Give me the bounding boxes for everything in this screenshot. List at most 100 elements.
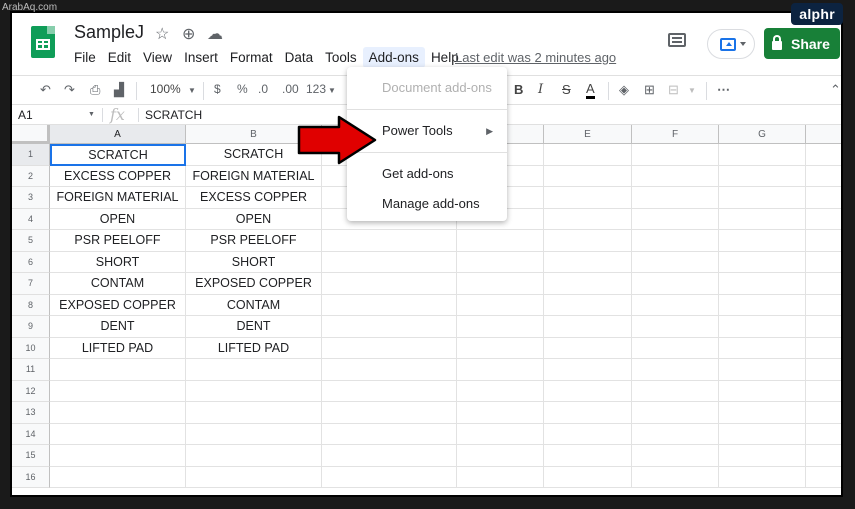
table-cell[interactable] [806,424,841,445]
table-cell[interactable]: EXPOSED COPPER [50,294,186,316]
table-cell[interactable] [544,316,632,338]
table-cell[interactable] [632,251,719,273]
table-cell[interactable] [322,316,457,338]
table-cell[interactable] [544,337,632,359]
table-cell[interactable] [186,445,322,467]
table-cell[interactable] [544,144,632,166]
table-cell[interactable] [719,294,806,316]
zoom-chevron-icon[interactable]: ▼ [188,86,196,95]
table-cell[interactable] [544,466,632,488]
table-cell[interactable] [457,359,544,381]
more-formats-chevron-icon[interactable]: ▼ [328,86,336,95]
name-box[interactable]: A1 [18,108,98,122]
table-cell[interactable] [632,423,719,445]
table-cell[interactable] [806,230,841,252]
table-cell[interactable] [50,402,186,424]
cloud-status-icon[interactable]: ☁ [207,24,223,44]
table-cell[interactable] [457,251,544,273]
percent-format-button[interactable]: % [237,82,248,96]
row-header[interactable]: 10 [12,337,50,359]
table-cell[interactable] [322,273,457,295]
row-header[interactable]: 13 [12,402,50,424]
table-cell[interactable] [50,423,186,445]
row-header[interactable]: 2 [12,165,50,187]
menu-edit[interactable]: Edit [102,47,137,68]
active-cell[interactable]: SCRATCH [50,144,186,166]
star-icon[interactable]: ☆ [155,24,169,44]
redo-icon[interactable]: ↷ [64,82,75,98]
borders-icon[interactable]: ⊞ [644,82,655,98]
table-cell[interactable] [806,166,841,187]
table-cell[interactable]: PSR PEELOFF [186,230,322,252]
table-cell[interactable] [457,294,544,316]
table-cell[interactable] [544,251,632,273]
table-cell[interactable] [186,402,322,424]
table-cell[interactable] [632,273,719,295]
table-cell[interactable] [806,338,841,359]
table-cell[interactable] [632,316,719,338]
table-cell[interactable]: FOREIGN MATERIAL [186,165,322,187]
table-cell[interactable] [544,380,632,402]
table-cell[interactable] [457,445,544,467]
strikethrough-button[interactable]: S [562,82,571,97]
table-cell[interactable] [632,230,719,252]
table-cell[interactable] [719,380,806,402]
table-cell[interactable] [186,380,322,402]
zoom-select[interactable]: 100% [150,82,181,96]
table-cell[interactable] [322,337,457,359]
menu-data[interactable]: Data [279,47,320,68]
table-cell[interactable] [806,316,841,338]
table-cell[interactable]: SHORT [50,251,186,273]
table-cell[interactable] [632,359,719,381]
table-cell[interactable] [632,294,719,316]
table-cell[interactable] [186,359,322,381]
table-cell[interactable] [50,445,186,467]
menu-format[interactable]: Format [224,47,279,68]
table-cell[interactable] [719,251,806,273]
table-cell[interactable] [632,445,719,467]
row-header[interactable]: 8 [12,294,50,316]
table-cell[interactable]: SHORT [186,251,322,273]
more-formats-button[interactable]: 123 [306,82,326,96]
table-cell[interactable] [719,337,806,359]
row-header[interactable]: 12 [12,380,50,402]
table-cell[interactable] [322,359,457,381]
table-cell[interactable] [719,445,806,467]
table-cell[interactable] [806,187,841,209]
table-cell[interactable] [322,445,457,467]
table-cell[interactable] [457,273,544,295]
menu-view[interactable]: View [137,47,178,68]
table-cell[interactable] [806,359,841,381]
table-cell[interactable]: FOREIGN MATERIAL [50,187,186,209]
table-cell[interactable] [632,337,719,359]
text-color-button[interactable]: A [586,82,595,99]
table-cell[interactable] [806,381,841,402]
move-folder-icon[interactable]: ⊕ [182,24,195,44]
column-header-a[interactable]: A [50,125,186,144]
increase-decimal-button[interactable]: .00 [282,82,299,96]
menu-insert[interactable]: Insert [178,47,224,68]
table-cell[interactable] [322,294,457,316]
table-cell[interactable] [322,402,457,424]
document-title[interactable]: SampleJ [74,22,144,43]
table-cell[interactable] [719,402,806,424]
table-cell[interactable] [806,295,841,316]
more-options-icon[interactable]: ⋯ [717,82,730,98]
table-cell[interactable] [544,445,632,467]
table-cell[interactable] [322,423,457,445]
table-cell[interactable] [719,359,806,381]
table-cell[interactable] [719,165,806,187]
row-header[interactable]: 5 [12,230,50,252]
table-cell[interactable]: LIFTED PAD [50,337,186,359]
table-cell[interactable]: DENT [186,316,322,338]
table-cell[interactable] [544,294,632,316]
menu-addons[interactable]: Add-ons [362,47,425,68]
collapse-toolbar-icon[interactable]: ⌃ [830,82,841,98]
table-cell[interactable] [719,423,806,445]
table-cell[interactable] [186,466,322,488]
column-header-e[interactable]: E [544,125,632,144]
formula-input[interactable]: SCRATCH [145,108,202,122]
column-header-h[interactable] [806,125,841,144]
row-header[interactable]: 3 [12,187,50,209]
table-cell[interactable] [806,402,841,424]
